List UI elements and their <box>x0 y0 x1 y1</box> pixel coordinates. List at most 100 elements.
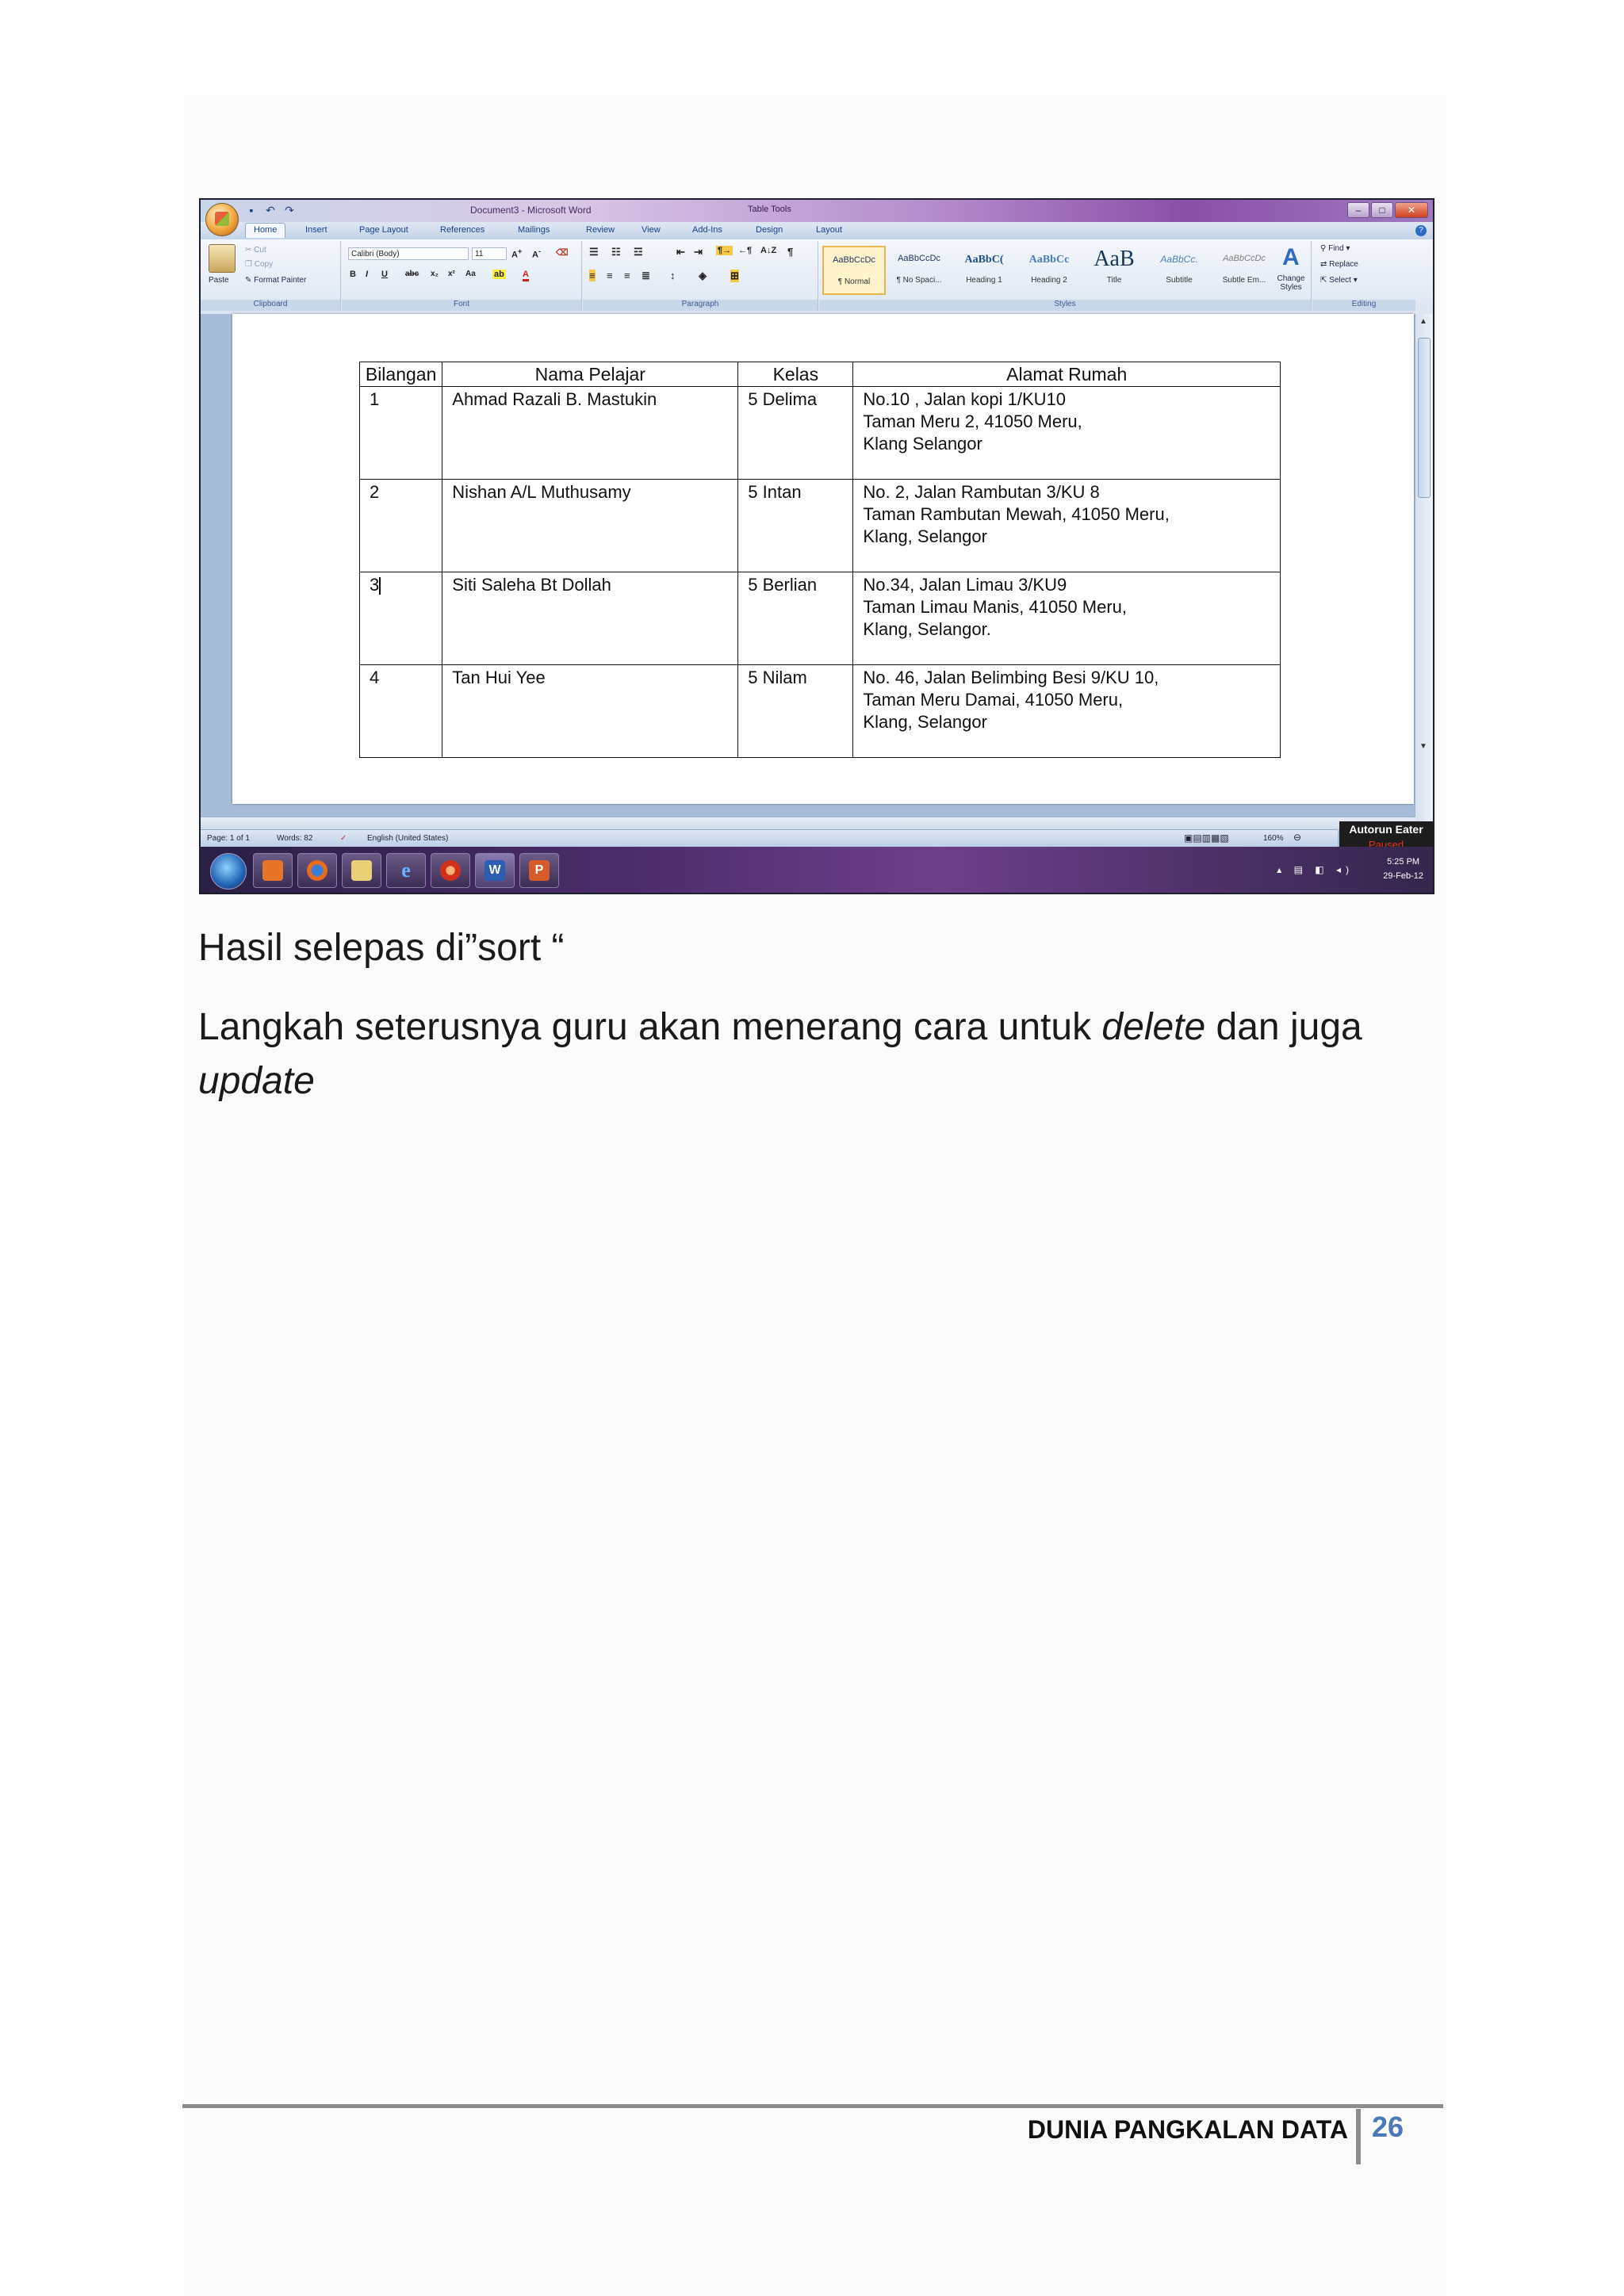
change-styles-button[interactable]: Change Styles <box>1273 274 1309 292</box>
vertical-scrollbar[interactable]: ▲ ▼ <box>1415 314 1433 859</box>
style-subtitle[interactable]: AaBbCc. Subtitle <box>1147 246 1211 295</box>
justify-icon[interactable]: ≣ <box>642 270 650 282</box>
style-normal[interactable]: AaBbCcDc ¶ Normal <box>822 246 886 295</box>
cell-kelas[interactable]: 5 Berlian <box>737 572 854 665</box>
multilevel-list-icon[interactable]: ☲ <box>634 246 643 258</box>
numbering-icon[interactable]: ☷ <box>611 246 621 258</box>
system-clock[interactable]: 5:25 PM 29-Feb-12 <box>1383 855 1423 883</box>
start-button-icon[interactable] <box>210 853 247 890</box>
tab-view[interactable]: View <box>642 225 661 235</box>
style-title[interactable]: AaB Title <box>1082 246 1146 295</box>
redo-icon[interactable]: ↷ <box>283 204 296 216</box>
align-right-icon[interactable]: ≡ <box>624 270 630 281</box>
save-icon[interactable]: ▪ <box>245 204 258 216</box>
office-button[interactable] <box>205 203 239 236</box>
ltr-icon[interactable]: ¶→ <box>716 246 733 255</box>
cut-button[interactable]: ✂ Cut <box>245 246 266 254</box>
page-count[interactable]: Page: 1 of 1 <box>207 834 250 843</box>
superscript-icon[interactable]: x² <box>448 270 455 278</box>
increase-indent-icon[interactable]: ⇥ <box>694 246 703 258</box>
cell-bilangan[interactable]: 4 <box>358 664 443 758</box>
clear-format-icon[interactable]: ⌫ <box>556 247 569 258</box>
grow-font-icon[interactable]: A+ <box>511 247 522 260</box>
highlight-icon[interactable]: ab <box>492 270 506 279</box>
cell-nama[interactable]: Nishan A/L Muthusamy <box>442 479 739 572</box>
tab-add-ins[interactable]: Add-Ins <box>692 225 722 235</box>
powerpoint-taskbar-icon[interactable]: P <box>519 853 559 888</box>
minimize-button[interactable]: – <box>1347 202 1369 218</box>
cell-nama[interactable]: Tan Hui Yee <box>442 664 739 758</box>
word-count[interactable]: Words: 82 <box>277 834 312 843</box>
tab-design[interactable]: Design <box>756 225 783 235</box>
copy-button[interactable]: ❐ Copy <box>245 260 273 269</box>
font-size-select[interactable]: 11 <box>472 247 507 260</box>
tab-page-layout[interactable]: Page Layout <box>359 225 408 235</box>
cell-nama[interactable]: Ahmad Razali B. Mastukin <box>442 386 739 480</box>
font-color-icon[interactable]: A <box>523 270 529 281</box>
student-table[interactable]: Bilangan Nama Pelajar Kelas Alamat Rumah… <box>358 362 1281 758</box>
rtl-icon[interactable]: ←¶ <box>738 246 752 255</box>
zoom-out-icon[interactable]: ⊖ <box>1293 832 1301 843</box>
paste-icon[interactable] <box>209 244 236 273</box>
cell-alamat[interactable]: No. 46, Jalan Belimbing Besi 9/KU 10, Ta… <box>852 664 1281 758</box>
explorer-folder-icon[interactable] <box>342 853 381 888</box>
find-button[interactable]: ⚲ Find ▾ <box>1320 244 1350 253</box>
cell-kelas[interactable]: 5 Intan <box>737 479 854 572</box>
horizontal-scrollbar[interactable] <box>201 817 1415 830</box>
cell-kelas[interactable]: 5 Delima <box>737 386 854 480</box>
shrink-font-icon[interactable]: A- <box>532 247 541 260</box>
strikethrough-icon[interactable]: abc <box>405 270 419 278</box>
tab-layout[interactable]: Layout <box>816 225 842 235</box>
paste-button[interactable]: Paste <box>209 276 229 285</box>
borders-icon[interactable]: ⊞ <box>730 270 739 282</box>
scroll-up-icon[interactable]: ▲ <box>1418 317 1429 326</box>
format-painter-button[interactable]: ✎ Format Painter <box>245 276 306 285</box>
help-icon[interactable]: ? <box>1415 225 1427 236</box>
firefox-icon[interactable] <box>297 853 337 888</box>
style-heading-1[interactable]: AaBbC(Heading 1 <box>952 246 1016 295</box>
close-button[interactable]: ✕ <box>1395 202 1428 218</box>
show-marks-icon[interactable]: ¶ <box>787 246 793 258</box>
internet-explorer-icon[interactable]: e <box>386 853 426 888</box>
cell-alamat[interactable]: No. 2, Jalan Rambutan 3/KU 8 Taman Rambu… <box>852 479 1281 572</box>
tab-mailings[interactable]: Mailings <box>518 225 550 235</box>
table-row[interactable]: 1 Ahmad Razali B. Mastukin 5 Delima No.1… <box>358 386 1281 480</box>
change-styles-icon[interactable]: A <box>1282 244 1300 271</box>
maximize-button[interactable]: □ <box>1371 202 1393 218</box>
language-indicator[interactable]: English (United States) <box>367 834 448 843</box>
tab-review[interactable]: Review <box>586 225 615 235</box>
style-no-spacing[interactable]: AaBbCcDc ¶ No Spaci... <box>887 246 951 295</box>
zoom-level[interactable]: 160% <box>1263 834 1284 843</box>
tab-insert[interactable]: Insert <box>305 225 327 235</box>
replace-button[interactable]: ⇄ Replace <box>1320 260 1358 269</box>
media-player-icon[interactable] <box>431 853 470 888</box>
scrollbar-thumb[interactable] <box>1418 338 1431 498</box>
select-button[interactable]: ⇱ Select ▾ <box>1320 276 1358 285</box>
underline-icon[interactable]: U <box>381 270 388 279</box>
tab-references[interactable]: References <box>440 225 485 235</box>
undo-icon[interactable]: ↶ <box>264 204 277 216</box>
cell-kelas[interactable]: 5 Nilam <box>737 664 854 758</box>
style-heading-2[interactable]: AaBbCc Heading 2 <box>1017 246 1081 295</box>
subscript-icon[interactable]: x₂ <box>431 270 439 278</box>
shading-icon[interactable]: ◈ <box>699 270 707 282</box>
tab-home[interactable]: Home <box>245 223 286 238</box>
cell-bilangan[interactable]: 1 <box>358 386 443 480</box>
view-buttons[interactable]: ▣▤▥▦▧ <box>1184 832 1229 844</box>
media-center-icon[interactable] <box>253 853 293 888</box>
change-case-icon[interactable]: Aa <box>465 270 476 278</box>
cell-nama[interactable]: Siti Saleha Bt Dollah <box>442 572 739 665</box>
table-row[interactable]: 4 Tan Hui Yee 5 Nilam No. 46, Jalan Beli… <box>358 664 1281 758</box>
italic-icon[interactable]: I <box>366 270 368 279</box>
align-center-icon[interactable]: ≡ <box>607 270 613 281</box>
document-page[interactable]: Bilangan Nama Pelajar Kelas Alamat Rumah… <box>232 314 1414 804</box>
bold-icon[interactable]: B <box>350 270 356 279</box>
align-left-icon[interactable]: ≡ <box>589 270 596 281</box>
bullets-icon[interactable]: ☰ <box>589 246 599 258</box>
cell-bilangan[interactable]: 3 <box>358 572 443 665</box>
proofing-icon[interactable]: ✓ <box>340 834 347 843</box>
system-tray-icons[interactable]: ▴ ▤ ◧ ◂) <box>1277 864 1354 875</box>
line-spacing-icon[interactable]: ↕ <box>670 270 676 281</box>
cell-alamat[interactable]: No.10 , Jalan kopi 1/KU10 Taman Meru 2, … <box>852 386 1281 480</box>
word-taskbar-icon[interactable]: W <box>475 853 515 888</box>
